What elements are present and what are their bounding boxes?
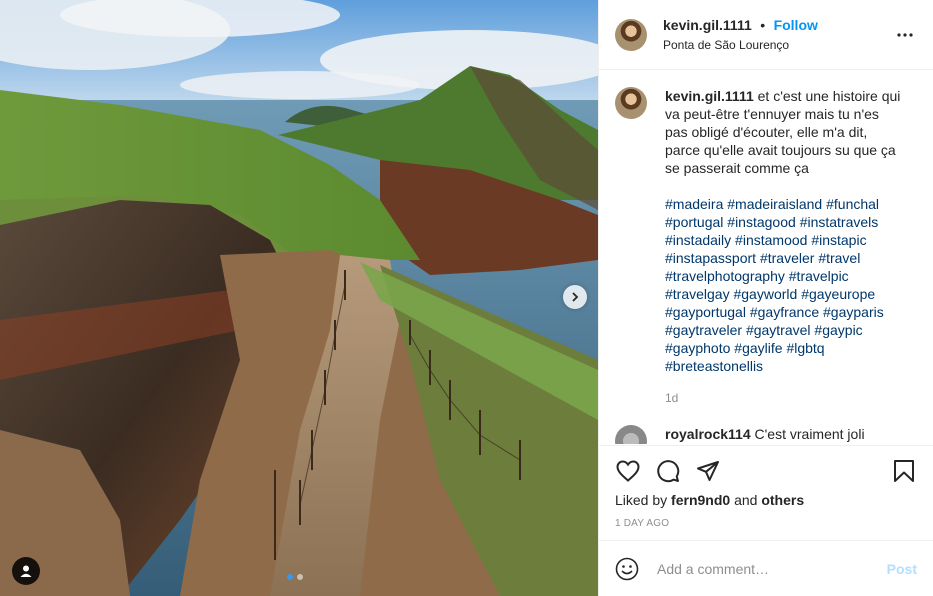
hashtag-link[interactable]: #gaytraveler: [665, 322, 742, 338]
hashtag-link[interactable]: #breteastonellis: [665, 358, 763, 374]
hashtag-link[interactable]: #travelgay: [665, 286, 730, 302]
comments-section[interactable]: kevin.gil.1111 et c'est une histoire qui…: [599, 71, 933, 444]
hashtag-link[interactable]: #lgbtq: [786, 340, 824, 356]
follow-button[interactable]: Follow: [774, 17, 818, 33]
hashtag-link[interactable]: #gaypic: [814, 322, 862, 338]
hashtag-link[interactable]: #gayeurope: [801, 286, 875, 302]
more-options-icon: [897, 32, 913, 37]
like-button[interactable]: [615, 458, 641, 484]
carousel-dot: [297, 574, 303, 580]
hashtag-link[interactable]: #instagood: [727, 214, 796, 230]
likes-summary: Liked by fern9nd0 and others: [615, 492, 917, 508]
post-details-panel: kevin.gil.1111 • Follow Ponta de São Lou…: [598, 0, 933, 596]
user-tag-icon: [20, 565, 32, 577]
user-tags-button[interactable]: [12, 557, 40, 585]
author-avatar[interactable]: [615, 18, 647, 51]
separator-dot: •: [760, 17, 766, 33]
emoji-icon[interactable]: [615, 557, 639, 581]
caption: kevin.gil.1111 et c'est une histoire qui…: [615, 87, 917, 407]
hashtag-link[interactable]: #gaylife: [734, 340, 782, 356]
post-photo[interactable]: [0, 0, 598, 596]
post-location[interactable]: Ponta de São Lourenço: [663, 38, 893, 52]
comment-item: royalrock114 C'est vraiment joli: [615, 425, 917, 444]
next-slide-button[interactable]: [563, 285, 587, 309]
comment-input[interactable]: [655, 559, 887, 578]
carousel-indicator: [287, 574, 303, 580]
hashtag-link[interactable]: #gayportugal: [665, 304, 746, 320]
post-actions: Liked by fern9nd0 and others 1 DAY AGO: [599, 445, 933, 529]
hashtag-link[interactable]: #gayworld: [733, 286, 797, 302]
hashtag-link[interactable]: #traveler: [760, 250, 814, 266]
comment-icon: [657, 460, 680, 483]
share-icon: [697, 461, 719, 481]
post-comment-button[interactable]: Post: [887, 561, 917, 577]
hashtag-link[interactable]: #portugal: [665, 214, 723, 230]
chevron-right-icon: [572, 292, 579, 302]
hashtag-link[interactable]: #travelphotography: [665, 268, 785, 284]
hashtag-link[interactable]: #instamood: [735, 232, 807, 248]
hashtag-link[interactable]: #madeira: [665, 196, 723, 212]
landscape-image: [0, 0, 598, 596]
hashtag-link[interactable]: #gayphoto: [665, 340, 730, 356]
comment-button[interactable]: [655, 458, 681, 484]
hashtag-link[interactable]: #instapassport: [665, 250, 756, 266]
likes-conj: and: [734, 492, 758, 508]
liked-by-user[interactable]: fern9nd0: [671, 492, 730, 508]
carousel-dot-active: [287, 574, 293, 580]
caption-author-username[interactable]: kevin.gil.1111: [665, 88, 754, 104]
hashtag-link[interactable]: #instapic: [811, 232, 866, 248]
likes-prefix: Liked by: [615, 492, 668, 508]
add-comment-bar: Post: [599, 540, 933, 596]
share-button[interactable]: [695, 458, 721, 484]
hashtag-link[interactable]: #instadaily: [665, 232, 731, 248]
author-username[interactable]: kevin.gil.1111: [663, 17, 752, 33]
hashtag-link[interactable]: #gayfrance: [750, 304, 819, 320]
heart-icon: [616, 460, 640, 482]
bookmark-icon: [894, 460, 914, 482]
caption-author-avatar[interactable]: [615, 87, 647, 119]
hashtag-link[interactable]: #funchal: [826, 196, 879, 212]
post-header: kevin.gil.1111 • Follow Ponta de São Lou…: [599, 0, 933, 70]
commenter-username[interactable]: royalrock114: [665, 426, 751, 442]
save-button[interactable]: [891, 458, 917, 484]
hashtag-link[interactable]: #gaytravel: [746, 322, 811, 338]
comment-text: C'est vraiment joli: [754, 426, 865, 442]
hashtag-link[interactable]: #madeiraisland: [727, 196, 822, 212]
likes-others-link[interactable]: others: [761, 492, 804, 508]
more-options-button[interactable]: [893, 23, 917, 47]
caption-age[interactable]: 1d: [665, 389, 905, 407]
hashtag-link[interactable]: #travelpic: [789, 268, 849, 284]
hashtag-link[interactable]: #travel: [818, 250, 860, 266]
hashtag-list: #madeira #madeiraisland #funchal #portug…: [665, 195, 905, 375]
post-date[interactable]: 1 DAY AGO: [615, 518, 917, 529]
hashtag-link[interactable]: #instatravels: [800, 214, 879, 230]
hashtag-link[interactable]: #gayparis: [823, 304, 884, 320]
commenter-avatar[interactable]: [615, 425, 647, 444]
